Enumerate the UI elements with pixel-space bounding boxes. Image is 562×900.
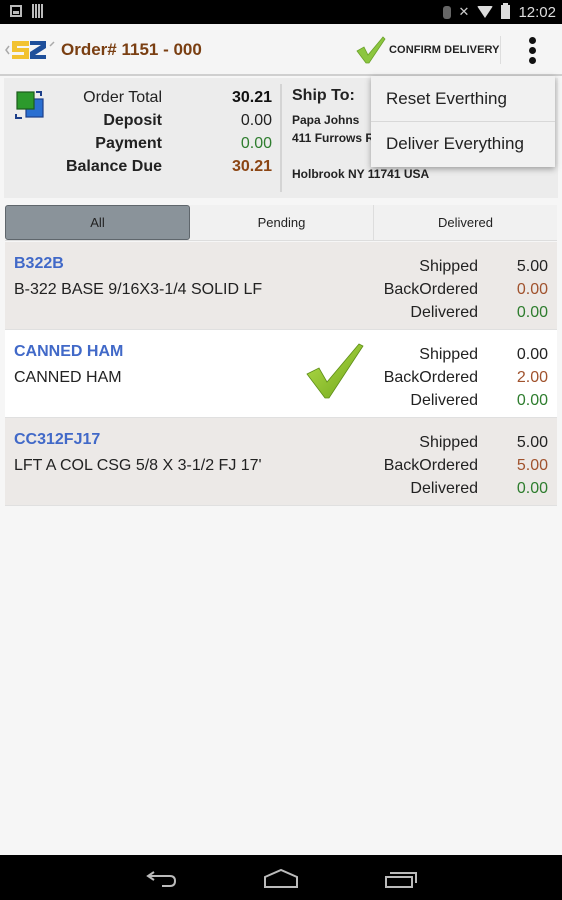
backordered-label: BackOrdered: [383, 368, 478, 386]
item-description: CANNED HAM: [14, 369, 122, 386]
confirm-delivery-button[interactable]: CONFIRM DELIVERY: [355, 30, 500, 70]
tab-delivered[interactable]: Delivered: [374, 205, 557, 240]
item-description: B-322 BASE 9/16X3-1/4 SOLID LF: [14, 281, 263, 298]
balance-due-value: 30.21: [231, 157, 272, 175]
deposit-value: 0.00: [240, 111, 272, 129]
payment-value: 0.00: [240, 134, 272, 152]
home-icon[interactable]: [261, 865, 301, 891]
payment-label: Payment: [95, 134, 162, 152]
order-total-row: Order Total 30.21: [44, 86, 272, 109]
balance-due-label: Balance Due: [65, 157, 162, 175]
back-icon[interactable]: [142, 865, 182, 891]
backordered-value: 0.00: [516, 280, 548, 298]
item-quantities: Shipped 0.00 BackOrdered 2.00 Delivered 0.0…: [348, 343, 548, 412]
image-notification-icon: [10, 5, 22, 17]
status-bar: ✕ 12:02: [0, 0, 562, 24]
item-code[interactable]: CC312FJ17: [14, 431, 100, 449]
delivered-value: 0.00: [516, 479, 548, 497]
action-bar-divider: [500, 36, 501, 64]
checkmark-icon: [356, 36, 386, 64]
backordered-value: 5.00: [516, 456, 548, 474]
bluetooth-icon: [442, 5, 451, 19]
list-item[interactable]: CC312FJ17 LFT A COL CSG 5/8 X 3-1/2 FJ 1…: [5, 418, 557, 506]
order-items-list: B322B B-322 BASE 9/16X3-1/4 SOLID LF Shi…: [5, 242, 557, 506]
tab-pending[interactable]: Pending: [190, 205, 374, 240]
item-description: LFT A COL CSG 5/8 X 3-1/2 FJ 17': [14, 457, 262, 474]
action-bar: Order# 1151 - 000 CONFIRM DELIVERY: [0, 24, 562, 76]
shipped-label: Shipped: [419, 345, 478, 363]
item-quantities: Shipped 5.00 BackOrdered 0.00 Delivered 0.0…: [348, 255, 548, 324]
shipped-label: Shipped: [419, 257, 478, 275]
page-title: Order# 1151 - 000: [61, 40, 202, 59]
more-vert-icon[interactable]: [520, 34, 544, 66]
balance-due-row: Balance Due 30.21: [44, 155, 272, 178]
summary-divider: [280, 84, 282, 192]
battery-charging-icon: [501, 3, 511, 19]
filter-tabs: All Pending Delivered: [5, 205, 557, 241]
backordered-value: 2.00: [516, 368, 548, 386]
order-totals: Order Total 30.21 Deposit 0.00 Payment 0…: [44, 86, 272, 178]
list-item[interactable]: CANNED HAM CANNED HAM Shipped 0.00 BackOr…: [5, 330, 557, 418]
barcode-notification-icon: [32, 4, 44, 18]
payment-row: Payment 0.00: [44, 132, 272, 155]
backordered-label: BackOrdered: [383, 456, 478, 474]
backordered-label: BackOrdered: [383, 280, 478, 298]
deposit-row: Deposit 0.00: [44, 109, 272, 132]
menu-item-reset-everything[interactable]: Reset Everthing: [371, 76, 555, 121]
shipped-label: Shipped: [419, 433, 478, 451]
mute-icon: ✕: [458, 4, 470, 19]
recent-apps-icon[interactable]: [381, 865, 421, 891]
delivered-label: Delivered: [410, 479, 478, 497]
confirm-delivery-label: CONFIRM DELIVERY: [389, 44, 500, 56]
tab-all[interactable]: All: [5, 205, 190, 240]
item-code[interactable]: B322B: [14, 255, 64, 273]
delivered-label: Delivered: [410, 303, 478, 321]
wifi-icon: [477, 6, 494, 18]
item-quantities: Shipped 5.00 BackOrdered 5.00 Delivered 0.0…: [348, 431, 548, 500]
system-nav-bar: [0, 855, 562, 900]
clock: 12:02: [518, 3, 556, 21]
ship-to-city: Holbrook NY 11741 USA: [292, 167, 430, 181]
delivered-value: 0.00: [516, 303, 548, 321]
overflow-menu: Reset Everthing Deliver Everything: [371, 76, 555, 167]
shipped-value: 5.00: [516, 433, 548, 451]
shipped-value: 0.00: [516, 345, 548, 363]
list-item[interactable]: B322B B-322 BASE 9/16X3-1/4 SOLID LF Shi…: [5, 242, 557, 330]
order-total-label: Order Total: [83, 88, 162, 106]
delivered-value: 0.00: [516, 391, 548, 409]
item-code[interactable]: CANNED HAM: [14, 343, 123, 361]
order-total-value: 30.21: [231, 88, 272, 106]
sync-order-icon: [15, 91, 44, 119]
delivered-label: Delivered: [410, 391, 478, 409]
deposit-label: Deposit: [103, 111, 162, 129]
menu-item-deliver-everything[interactable]: Deliver Everything: [371, 121, 555, 166]
app-logo-icon[interactable]: [5, 38, 57, 62]
shipped-value: 5.00: [516, 257, 548, 275]
